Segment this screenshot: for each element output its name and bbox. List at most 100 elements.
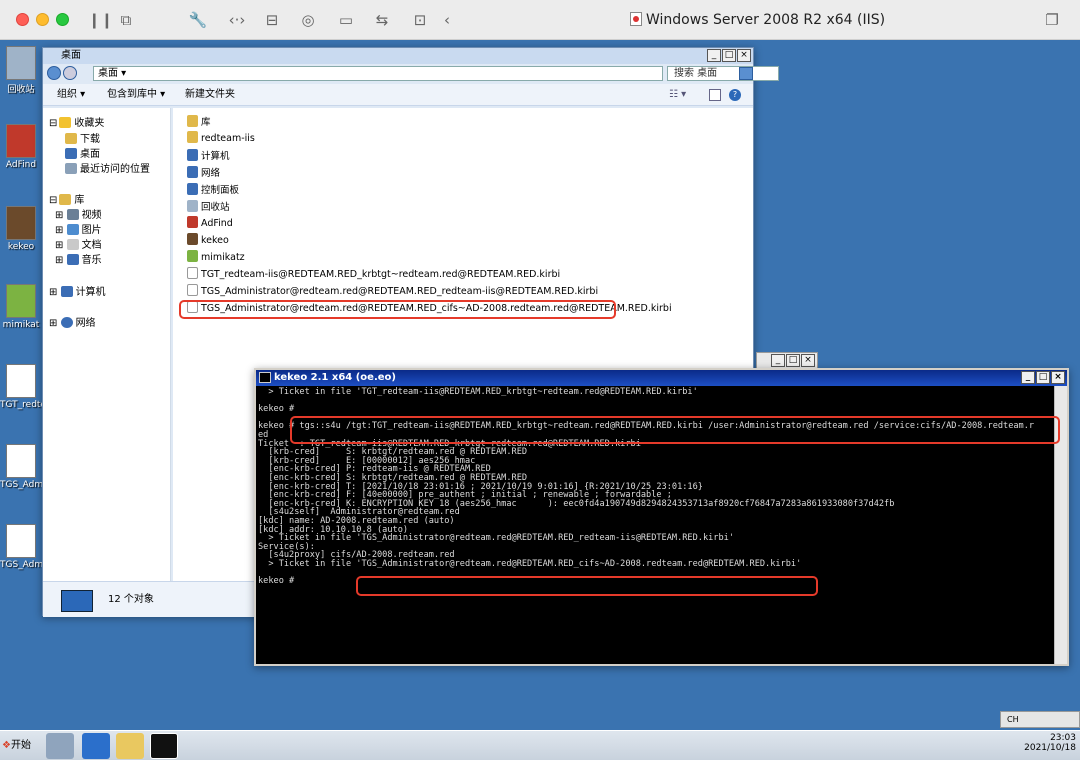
tree-network[interactable]: ⊞ 网络 [49,314,96,329]
include-library-button[interactable]: 包含到库中 ▾ [107,84,165,106]
close-window-button[interactable] [16,13,29,26]
file-item[interactable]: 回收站 [187,199,230,213]
file-item[interactable]: AdFind [187,216,233,229]
tree-music[interactable]: ⊞ 音乐 [55,251,102,266]
snapshot-icon[interactable]: ⧉ [116,10,136,30]
minimize-window-button[interactable] [36,13,49,26]
tree-label: 图片 [81,225,102,236]
desktop-icon-6[interactable]: TGS_Admin [0,524,51,570]
file-item[interactable]: 控制面板 [187,182,239,196]
tree-computer[interactable]: ⊞ 计算机 [49,283,106,298]
language-bar[interactable]: CH [1000,711,1080,728]
file-item[interactable]: 网络 [187,165,220,179]
close-button[interactable]: × [801,354,815,367]
tree-recent[interactable]: 最近访问的位置 [65,160,150,175]
music-icon [66,254,79,265]
desktop-preview-icon [61,590,93,612]
file-item[interactable]: TGS_Administrator@redteam.red@REDTEAM.RE… [187,284,598,297]
desktop-icon-label: AdFind [5,160,37,170]
user-icon[interactable]: ◎ [298,10,318,30]
organize-button[interactable]: 组织 ▾ [57,84,85,106]
desktop-icon-3[interactable]: mimikat [0,284,42,330]
vm-app-icon [630,12,642,26]
tree-videos[interactable]: ⊞ 视频 [55,206,102,221]
clock-time: 23:03 [1050,733,1076,743]
file-item[interactable]: redteam-iis [187,131,255,144]
tree-pictures[interactable]: ⊞ 图片 [55,221,102,236]
minimize-button[interactable]: _ [1021,371,1035,384]
file-item[interactable]: TGT_redteam-iis@REDTEAM.RED_krbtgt~redte… [187,267,560,280]
close-button[interactable]: × [1051,371,1065,384]
minimize-button[interactable]: _ [707,49,721,62]
tree-favorites[interactable]: ⊟ 收藏夹 [49,114,104,129]
file-icon [187,250,198,262]
file-name: 网络 [201,168,221,179]
camera-icon[interactable]: ▭ [336,10,356,30]
powershell-icon[interactable] [82,733,110,759]
console-title: kekeo 2.1 x64 (oe.eo) [274,372,396,383]
minimize-button[interactable]: _ [771,354,785,367]
view-options-icon[interactable]: ☷ ▾ [669,84,686,106]
tree-documents[interactable]: ⊞ 文档 [55,236,102,251]
back-chevron-icon[interactable]: ‹ [440,10,454,30]
path-input[interactable]: 桌面 ▾ [93,66,663,81]
usb-icon[interactable]: ⇆ [372,10,392,30]
explorer-title: 桌面 [61,50,81,61]
video-icon [66,209,79,220]
desktop-icon-label: TGS_Admin [0,480,52,490]
wrench-icon[interactable]: 🔧 [188,10,208,30]
file-item[interactable]: 库 [187,114,211,128]
file-icon [187,284,198,296]
file-item[interactable]: kekeo [187,233,229,246]
tree-downloads[interactable]: 下载 [65,130,100,145]
server-manager-icon[interactable] [46,733,74,759]
desktop-icon-0[interactable]: 回收站 [0,46,42,95]
new-folder-button[interactable]: 新建文件夹 [185,84,235,106]
document-icon [66,239,79,250]
vm-toolbar: ❙❙ ⧉ 🔧 ‹·› ⊟ ◎ ▭ ⇆ ⊡ ‹ Windows Server 20… [0,0,1080,40]
file-icon [6,444,36,478]
maximize-button[interactable]: □ [1036,371,1050,384]
file-item[interactable]: 计算机 [187,148,230,162]
search-icon[interactable] [739,67,753,80]
folder-icon [65,133,77,144]
command-highlight-box [290,416,1060,444]
close-button[interactable]: × [737,49,751,62]
explorer-titlebar[interactable]: 桌面 _ □ × [43,48,753,64]
search-input[interactable]: 搜索 桌面 [667,66,779,81]
start-button[interactable]: ❖开始 [2,735,38,757]
taskbar: ❖开始 23:03 2021/10/18 [0,730,1080,760]
desktop-icon-4[interactable]: TGT_redte [0,364,46,410]
file-icon [6,206,36,240]
file-item[interactable]: mimikatz [187,250,245,263]
desktop-icon-1[interactable]: AdFind [0,124,42,170]
code-icon[interactable]: ‹·› [224,10,250,30]
file-icon [187,131,198,143]
pause-icon[interactable]: ❙❙ [88,10,113,30]
file-icon [6,46,36,80]
window-restore-icon[interactable]: ❐ [1042,10,1062,30]
forward-icon[interactable] [63,66,77,80]
preview-pane-icon[interactable] [709,89,721,101]
hard-disk-icon[interactable]: ⊟ [262,10,282,30]
console-titlebar[interactable]: kekeo 2.1 x64 (oe.eo) _ □ × [256,370,1067,386]
file-icon [187,149,198,161]
tree-library[interactable]: ⊟ 库 [49,191,84,206]
desktop-icon-2[interactable]: kekeo [0,206,42,252]
shared-folder-icon[interactable]: ⊡ [410,10,430,30]
fullscreen-window-button[interactable] [56,13,69,26]
clock-date: 2021/10/18 [1024,743,1076,753]
maximize-button[interactable]: □ [786,354,800,367]
highlight-box [179,300,616,319]
windows-logo-icon: ❖ [2,740,11,751]
vm-title-text: Windows Server 2008 R2 x64 (IIS) [646,12,886,28]
tree-desktop[interactable]: 桌面 [65,145,100,160]
help-icon[interactable]: ? [729,89,741,101]
cmd-taskbar-icon[interactable] [150,733,178,759]
desktop-icon-5[interactable]: TGS_Admin [0,444,52,490]
explorer-taskbar-icon[interactable] [116,733,144,759]
back-icon[interactable] [47,66,61,80]
file-icon [187,183,198,195]
maximize-button[interactable]: □ [722,49,736,62]
tree-label: 桌面 [80,149,100,160]
